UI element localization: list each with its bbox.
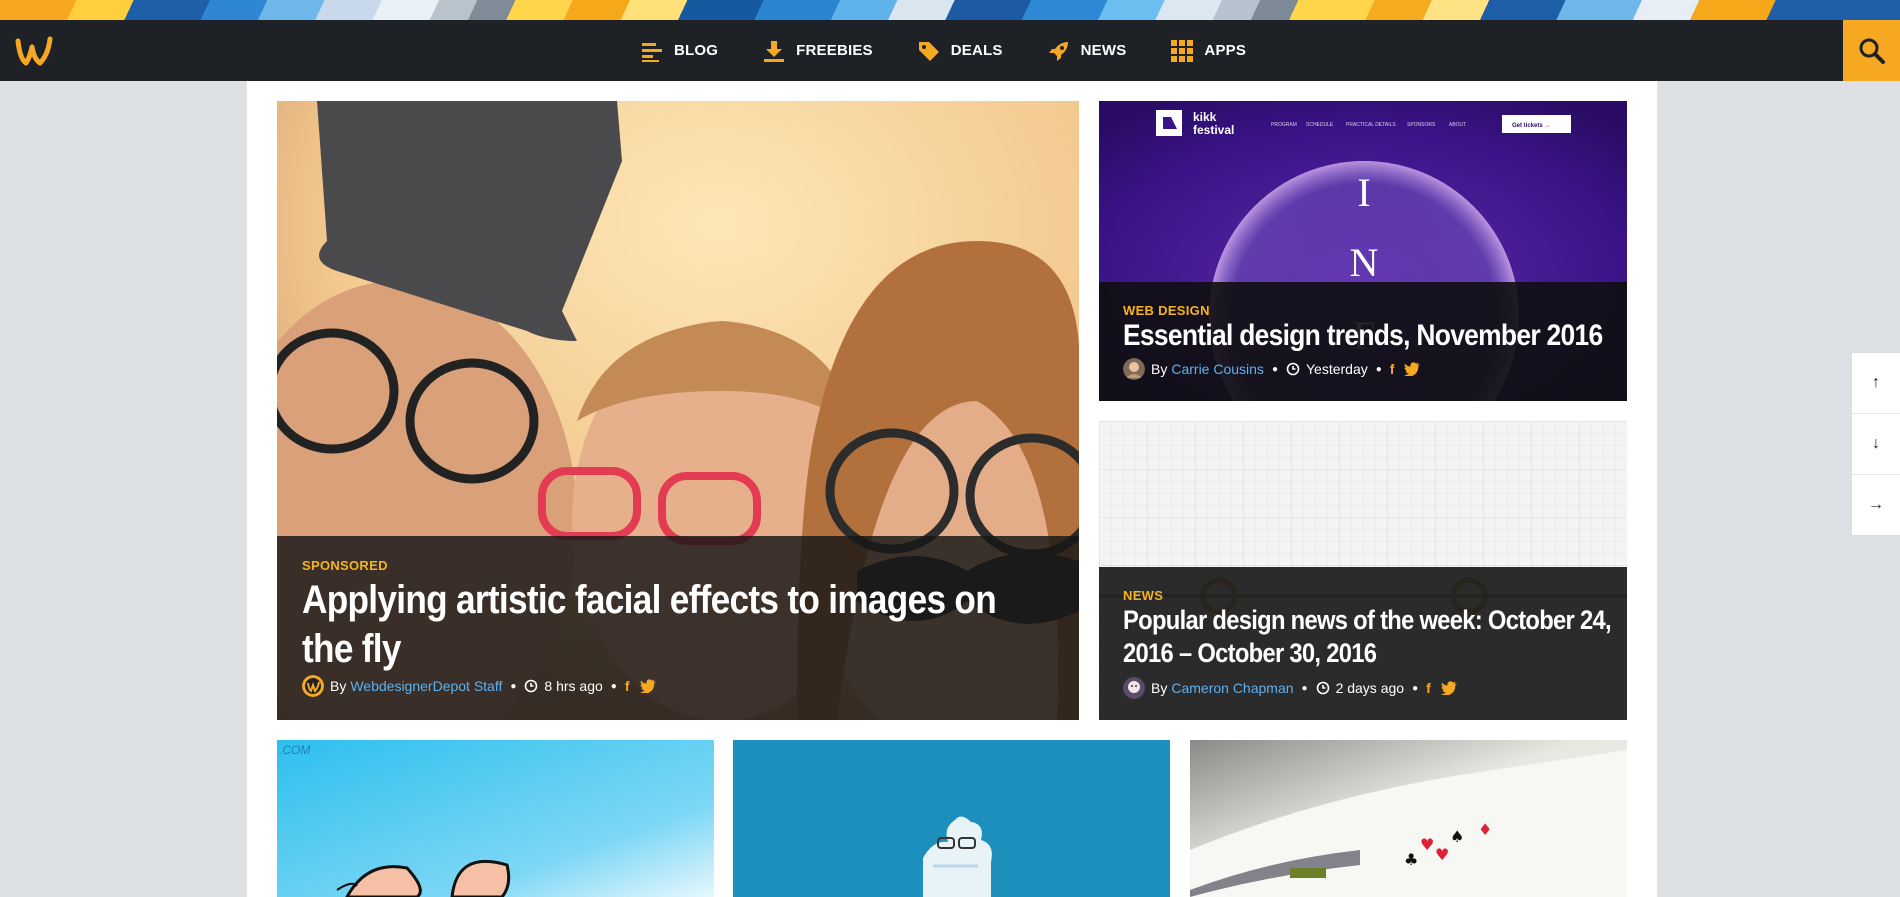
author-avatar [302,675,324,697]
cartoon-watermark: .COM [279,743,310,757]
meta-separator: ● [1271,363,1278,375]
clock-icon [1286,362,1300,376]
kikk-menu-item: PROGRAM [1271,122,1297,128]
facebook-share-icon[interactable]: f [1390,361,1395,377]
main-nav: BLOG FREEBIES DEALS NEWS APPS [640,20,1290,81]
list-icon [642,42,662,62]
post-time: 2 days ago [1335,680,1405,696]
download-icon [764,40,785,62]
card-suit: ♦ [1478,820,1492,839]
article-image-playing-cards: ♥ ♠ ♦ ♣ ♥ [1190,740,1627,897]
card-suit: ♥ [1435,845,1449,864]
article-card-popular-news[interactable]: NEWS Popular design news of the week: Oc… [1099,421,1627,720]
author-link[interactable]: Cameron Chapman [1171,680,1293,696]
featured-article-overlay: SPONSORED Applying artistic facial effec… [277,536,1079,720]
site-logo[interactable] [12,29,56,73]
meta-separator: ● [1375,363,1382,375]
meta-separator: ● [1412,682,1419,694]
featured-article-category[interactable]: SPONSORED [302,558,388,573]
kikk-festival-brand-line2: festival [1193,123,1234,137]
featured-article-meta: By WebdesignerDepot Staff ● 8 hrs ago ● … [302,675,656,697]
kikk-letter-n: N [1350,240,1379,285]
kikk-menu-item: SPONSORS [1407,122,1436,128]
article-card-bottom-1[interactable]: .COM [277,740,714,897]
twitter-icon[interactable] [1440,681,1457,695]
meta-separator: ● [510,680,517,692]
article-title[interactable]: Essential design trends, November 2016 [1123,318,1616,354]
author-link[interactable]: WebdesignerDepot Staff [350,678,502,694]
nav-label-deals: DEALS [950,42,1003,59]
side-navigation-buttons: ↑ ↓ → [1851,352,1900,536]
clock-icon [1316,681,1329,695]
nav-item-blog[interactable]: BLOG [640,39,718,63]
article-card-design-trends[interactable]: kikk festival PROGRAM SCHEDULE PRACTICAL… [1099,101,1627,401]
nav-item-news[interactable]: NEWS [1047,39,1127,63]
article-image-yeti [733,740,1170,897]
clock-icon [525,679,538,693]
nav-item-apps[interactable]: APPS [1170,39,1246,63]
kikk-menu-item: PRACTICAL DETAILS [1346,122,1396,128]
card-suit: ♣ [1404,850,1418,869]
by-label: By [330,678,347,694]
tag-icon [918,41,939,61]
article-meta: By Cameron Chapman ● 2 days ago ● f [1123,677,1457,699]
article-overlay: WEB DESIGN Essential design trends, Nove… [1099,282,1627,401]
nav-item-freebies[interactable]: FREEBIES [762,39,873,63]
featured-article-card[interactable]: SPONSORED Applying artistic facial effec… [277,101,1079,720]
nav-label-news: NEWS [1080,42,1127,59]
scroll-down-button[interactable]: ↓ [1852,414,1900,475]
kikk-menu-item: SCHEDULE [1306,122,1334,128]
post-time: 8 hrs ago [544,678,603,694]
scroll-up-button[interactable]: ↑ [1852,353,1900,414]
nav-label-freebies: FREEBIES [796,42,873,59]
article-overlay: NEWS Popular design news of the week: Oc… [1099,567,1627,720]
next-article-button[interactable]: → [1852,475,1900,535]
author-link[interactable]: Carrie Cousins [1171,361,1264,377]
nav-label-blog: BLOG [674,42,719,59]
article-card-bottom-2[interactable] [733,740,1170,897]
by-label: By [1151,361,1168,377]
content-container: SPONSORED Applying artistic facial effec… [247,81,1657,897]
twitter-icon[interactable] [639,679,656,693]
featured-article-title[interactable]: Applying artistic facial effects to imag… [302,576,1024,674]
top-navigation-bar: BLOG FREEBIES DEALS NEWS APPS [0,20,1900,81]
article-title[interactable]: Popular design news of the week: October… [1123,604,1616,670]
rocket-icon [1048,41,1068,61]
facebook-share-icon[interactable]: f [1426,680,1431,696]
by-label: By [1151,680,1168,696]
kikk-menu-item: ABOUT [1449,122,1466,128]
nav-label-apps: APPS [1204,42,1247,59]
author-avatar [1123,358,1145,380]
twitter-icon[interactable] [1404,362,1421,376]
article-meta: By Carrie Cousins ● Yesterday ● f [1123,358,1421,380]
meta-separator: ● [610,680,617,692]
facebook-share-icon[interactable]: f [625,678,630,694]
kikk-get-tickets: Get tickets → [1512,123,1550,129]
author-avatar [1123,677,1145,699]
kikk-festival-brand: kikk [1193,110,1217,124]
card-suit: ♥ [1420,835,1434,854]
grid-icon [1171,39,1194,62]
decorative-color-stripe [0,0,1900,20]
nav-item-deals[interactable]: DEALS [917,39,1003,63]
article-category[interactable]: WEB DESIGN [1123,303,1210,318]
article-card-bottom-3[interactable]: ♥ ♠ ♦ ♣ ♥ [1190,740,1627,897]
search-icon [1859,38,1885,64]
card-suit: ♠ [1450,827,1464,846]
meta-separator: ● [1301,682,1308,694]
search-button[interactable] [1843,20,1900,81]
post-time: Yesterday [1305,361,1368,377]
article-category[interactable]: NEWS [1123,588,1163,603]
kikk-letter-i: I [1357,170,1370,215]
article-image-cartoon: .COM [277,740,714,897]
